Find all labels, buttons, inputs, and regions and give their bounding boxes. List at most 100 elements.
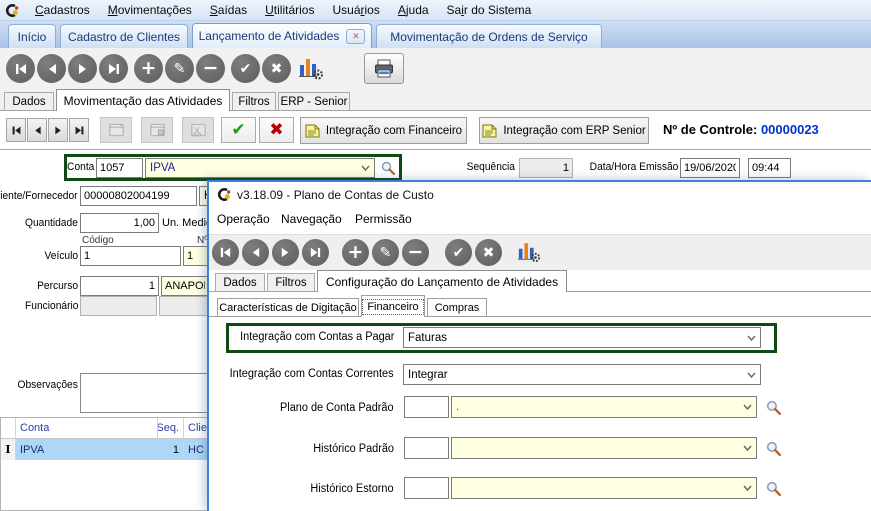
dlg-tab-dados[interactable]: Dados	[215, 273, 265, 291]
menu-cadastros[interactable]: Cadastros	[32, 2, 93, 18]
printer-icon	[373, 59, 395, 79]
detail-last-button[interactable]	[69, 118, 89, 142]
tab-cadastro-de-clientes[interactable]: Cadastro de Clientes	[60, 24, 188, 48]
funcionario-nome-input	[159, 296, 209, 316]
grid-header-seq[interactable]: Seq.	[158, 418, 184, 438]
dlg-add-button[interactable]: +	[342, 239, 369, 266]
historico-estorno-search-icon[interactable]	[765, 480, 782, 497]
dropdown-arrow-icon[interactable]	[747, 372, 756, 378]
subtab-caracteristicas[interactable]: Características de Digitação	[217, 298, 359, 316]
plano-conta-search-icon[interactable]	[765, 399, 782, 416]
subtab-compras[interactable]: Compras	[427, 298, 487, 316]
veiculo-codigo-input[interactable]	[80, 246, 181, 266]
dlg-tab-configuracao[interactable]: Configuração do Lançamento de Atividades	[317, 270, 567, 292]
tab-lancamento-de-atividades[interactable]: Lançamento de Atividades ✕	[192, 23, 372, 48]
plano-conta-combo[interactable]: .	[451, 396, 757, 418]
observacoes-textarea[interactable]	[80, 373, 208, 413]
dlg-chart-settings-icon[interactable]	[517, 240, 541, 268]
dropdown-arrow-icon[interactable]	[743, 485, 752, 491]
grid-cell-conta[interactable]: IPVA	[16, 439, 158, 460]
dlg-tab-filtros[interactable]: Filtros	[267, 273, 315, 291]
grid-row-selected[interactable]: I IPVA 1 HC	[1, 439, 207, 460]
dialog-menu-operacao[interactable]: Operação	[217, 212, 270, 226]
percurso-codigo-input[interactable]	[80, 276, 159, 296]
conta-code-input[interactable]	[96, 158, 143, 178]
quantidade-input[interactable]	[80, 213, 159, 233]
historico-estorno-codigo-input[interactable]	[404, 477, 449, 499]
grid-header-clie[interactable]: Clie	[184, 418, 207, 438]
plano-conta-value: .	[456, 401, 459, 413]
menu-saidas[interactable]: Saídas	[207, 2, 250, 18]
dropdown-arrow-icon[interactable]	[743, 445, 752, 451]
edit-pencil-icon: ✎	[174, 62, 186, 76]
dlg-edit-button[interactable]: ✎	[372, 239, 399, 266]
discard-button[interactable]: ✖	[259, 117, 294, 143]
close-tab-icon[interactable]: ✕	[346, 29, 365, 44]
chart-settings-icon[interactable]	[298, 56, 324, 85]
dropdown-arrow-icon[interactable]	[743, 404, 752, 410]
delete-record-button[interactable]: −	[196, 54, 225, 83]
menu-movimentacoes[interactable]: Movimentações	[105, 2, 195, 18]
dialog-menu-navegacao[interactable]: Navegação	[281, 212, 342, 226]
historico-estorno-combo[interactable]	[451, 477, 757, 499]
integracao-financeiro-button[interactable]: Integração com Financeiro	[300, 117, 467, 144]
conta-search-icon[interactable]	[379, 159, 396, 176]
dlg-delete-button[interactable]: −	[402, 239, 429, 266]
add-record-button[interactable]: +	[134, 54, 163, 83]
detail-next-button[interactable]	[48, 118, 68, 142]
dlg-previous-record-button[interactable]	[242, 239, 269, 266]
nav-next-icon	[53, 125, 64, 136]
apply-button[interactable]: ✔	[221, 117, 256, 143]
contas-correntes-combo[interactable]: Integrar	[403, 364, 761, 385]
dropdown-arrow-icon[interactable]	[361, 165, 370, 171]
edit-record-button[interactable]: ✎	[165, 54, 194, 83]
sequencia-label: Sequência	[467, 161, 515, 173]
detail-previous-button[interactable]	[27, 118, 47, 142]
funcionario-codigo-input	[80, 296, 157, 316]
detail-first-button[interactable]	[6, 118, 26, 142]
hora-emissao-input[interactable]	[748, 158, 791, 178]
historico-padrao-combo[interactable]	[451, 437, 757, 459]
print-button[interactable]	[364, 53, 404, 84]
dlg-confirm-button[interactable]: ✔	[445, 239, 472, 266]
conta-combo[interactable]: IPVA	[145, 158, 375, 178]
tab-dados[interactable]: Dados	[4, 92, 54, 110]
veiculo-numero-input[interactable]	[183, 246, 209, 266]
historico-padrao-codigo-input[interactable]	[404, 437, 449, 459]
tab-inicio[interactable]: Início	[8, 24, 56, 48]
menu-ajuda[interactable]: Ajuda	[395, 2, 432, 18]
confirm-button[interactable]: ✔	[231, 54, 260, 83]
menu-usuarios[interactable]: Usuários	[329, 2, 382, 18]
cliente-fornecedor-input[interactable]	[80, 186, 197, 206]
tab-filtros[interactable]: Filtros	[232, 92, 276, 110]
dlg-next-record-button[interactable]	[272, 239, 299, 266]
data-emissao-input[interactable]	[680, 158, 740, 178]
dlg-last-record-button[interactable]	[302, 239, 329, 266]
menu-utilitarios[interactable]: Utilitários	[262, 2, 317, 18]
cancel-button[interactable]: ✖	[262, 54, 291, 83]
historico-padrao-search-icon[interactable]	[765, 440, 782, 457]
first-record-button[interactable]	[6, 54, 35, 83]
dropdown-arrow-icon[interactable]	[747, 335, 756, 341]
plano-codigo-input[interactable]	[404, 396, 449, 418]
grid-cell-clie[interactable]: HC	[184, 439, 207, 460]
dlg-first-record-button[interactable]	[212, 239, 239, 266]
subtab-financeiro[interactable]: Financeiro	[361, 295, 425, 317]
previous-record-button[interactable]	[37, 54, 66, 83]
dlg-cancel-button[interactable]: ✖	[475, 239, 502, 266]
dialog-menu-permissao[interactable]: Permissão	[355, 212, 412, 226]
contas-pagar-combo[interactable]: Faturas	[403, 327, 761, 348]
yellow-document-icon	[305, 124, 320, 138]
last-record-button[interactable]	[99, 54, 128, 83]
main-tab-strip: Início Cadastro de Clientes Lançamento d…	[0, 21, 871, 48]
integracao-financeiro-label: Integração com Financeiro	[326, 125, 462, 137]
tab-movimentacao-de-ordens[interactable]: Movimentação de Ordens de Serviço	[376, 24, 602, 48]
menu-sair-do-sistema[interactable]: Sair do Sistema	[444, 2, 535, 18]
integracao-erp-senior-button[interactable]: Integração com ERP Senior	[479, 117, 649, 144]
tab-movimentacao-das-atividades[interactable]: Movimentação das Atividades	[56, 89, 230, 111]
tab-erp-senior[interactable]: ERP - Senior	[278, 92, 350, 110]
grid-cell-seq[interactable]: 1	[158, 439, 184, 460]
add-icon: +	[141, 59, 157, 78]
next-record-button[interactable]	[68, 54, 97, 83]
grid-header-conta[interactable]: Conta	[16, 418, 158, 438]
